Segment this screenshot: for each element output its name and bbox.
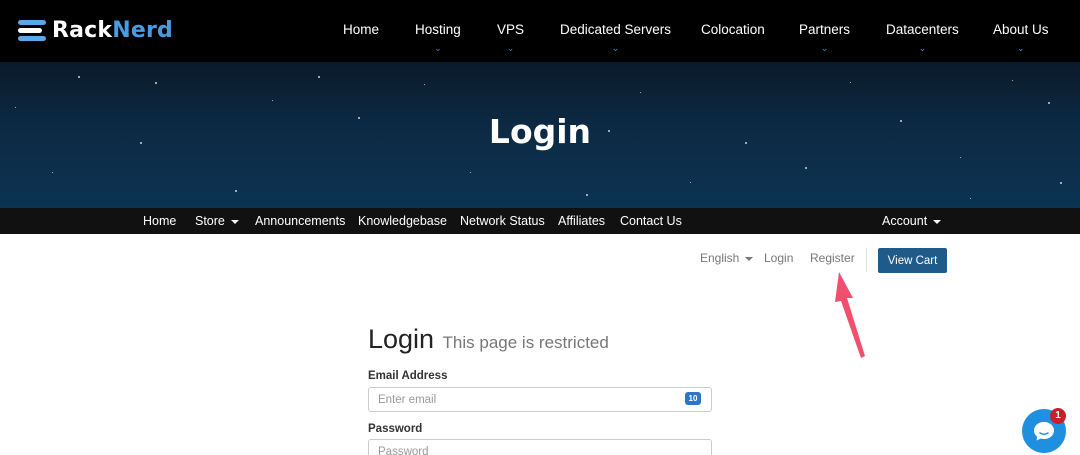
chevron-down-icon: ⌄ (918, 43, 927, 53)
logo-mark-icon (18, 19, 46, 41)
chevron-down-icon: ⌄ (434, 43, 442, 53)
subnav-item-store[interactable]: Store (195, 214, 239, 228)
email-label: Email Address (368, 370, 448, 382)
subnav-item-announcements[interactable]: Announcements (255, 214, 345, 228)
email-input[interactable] (368, 387, 712, 412)
caret-down-icon (745, 256, 754, 261)
subnav-item-home[interactable]: Home (143, 214, 176, 228)
chevron-down-icon: ⌄ (820, 43, 829, 53)
chevron-down-icon: ⌄ (611, 43, 620, 53)
subnav-item-affiliates[interactable]: Affiliates (558, 214, 605, 228)
view-cart-button[interactable]: View Cart (878, 248, 947, 273)
hero-banner: Login (0, 62, 1080, 208)
main-nav-item-datacenters[interactable]: Datacenters ⌄ (886, 22, 959, 53)
password-manager-icon[interactable]: 10 (685, 392, 701, 405)
chat-bubble-icon (1034, 422, 1054, 441)
secondary-nav: Home Store Announcements Knowledgebase N… (0, 208, 1080, 234)
language-selector[interactable]: English (700, 251, 754, 265)
racknerd-logo[interactable]: RackNerd (18, 16, 173, 44)
main-nav-item-vps[interactable]: VPS ⌄ (497, 22, 524, 53)
form-heading: Login This page is restricted (368, 324, 609, 355)
caret-down-icon (230, 219, 239, 224)
register-link[interactable]: Register (810, 251, 855, 265)
main-nav-item-dedicated-servers[interactable]: Dedicated Servers ⌄ (560, 22, 671, 53)
subnav-item-account[interactable]: Account (882, 214, 942, 228)
chat-notification-badge: 1 (1050, 408, 1066, 424)
form-title: Login (368, 324, 435, 354)
annotation-arrow (835, 272, 865, 358)
top-header: RackNerd Home Hosting ⌄ VPS ⌄ Dedicated Se… (0, 0, 1080, 62)
password-input[interactable] (368, 439, 712, 455)
main-nav-item-partners[interactable]: Partners ⌄ (799, 22, 850, 53)
chevron-down-icon: ⌄ (1016, 43, 1025, 53)
chevron-down-icon: ⌄ (506, 43, 515, 53)
subnav-item-knowledgebase[interactable]: Knowledgebase (358, 214, 447, 228)
main-nav-item-about-us[interactable]: About Us ⌄ (993, 22, 1049, 53)
login-link[interactable]: Login (764, 251, 793, 265)
caret-down-icon (933, 219, 942, 224)
subnav-item-network-status[interactable]: Network Status (460, 214, 545, 228)
form-subtitle: This page is restricted (442, 333, 609, 352)
main-nav-item-hosting[interactable]: Hosting ⌄ (415, 22, 461, 53)
logo-text: RackNerd (52, 17, 173, 43)
main-nav-item-home[interactable]: Home (343, 22, 379, 37)
password-label: Password (368, 423, 423, 435)
main-nav-item-colocation[interactable]: Colocation (701, 22, 765, 37)
subnav-item-contact-us[interactable]: Contact Us (620, 214, 682, 228)
hero-title: Login (488, 112, 592, 151)
